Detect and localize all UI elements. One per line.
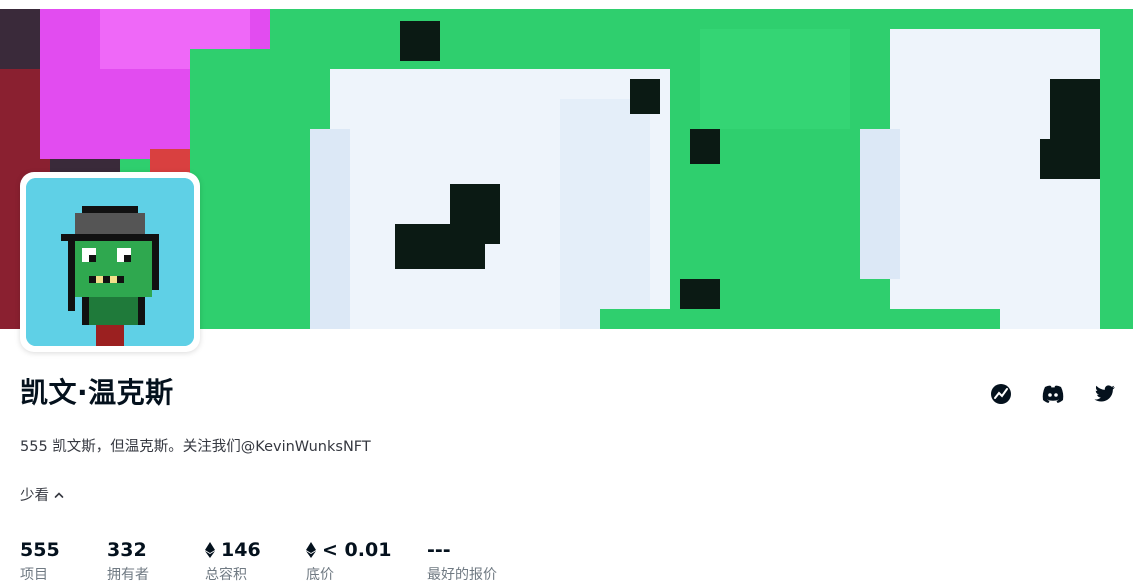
- stat-value: 146: [221, 539, 261, 561]
- stat-total-volume[interactable]: 146 总容积: [205, 538, 306, 584]
- collection-description: 555 凯文斯，但温克斯。关注我们@KevinWunksNFT: [20, 439, 371, 455]
- collection-title: 凯文·温克斯: [20, 376, 174, 409]
- stat-floor-price[interactable]: < 0.01 底价: [306, 538, 427, 584]
- stat-value: 555: [20, 539, 60, 561]
- toggle-label: 少看: [20, 488, 49, 504]
- collection-stats: 555 项目 332 拥有者 146 总容积 < 0.01 底价 --- 最好的…: [20, 538, 527, 584]
- see-less-toggle[interactable]: 少看: [20, 484, 65, 505]
- ethereum-icon: [306, 542, 316, 558]
- ethereum-icon: [205, 542, 215, 558]
- chart-icon: [991, 384, 1011, 404]
- stat-label: 总容积: [205, 567, 247, 583]
- kevin-avatar-icon: [26, 178, 194, 346]
- stat-label: 底价: [306, 567, 334, 583]
- twitter-icon: [1094, 385, 1116, 402]
- stat-label: 拥有者: [107, 567, 149, 583]
- chevron-up-icon: [54, 491, 64, 498]
- discord-link[interactable]: [1039, 380, 1067, 408]
- stat-value: ---: [427, 539, 451, 561]
- stat-items[interactable]: 555 项目: [20, 538, 107, 584]
- stat-owners[interactable]: 332 拥有者: [107, 538, 205, 584]
- twitter-link[interactable]: [1091, 380, 1119, 408]
- stat-best-offer[interactable]: --- 最好的报价: [427, 538, 527, 584]
- stat-value: 332: [107, 539, 147, 561]
- stat-label: 项目: [20, 567, 48, 583]
- stat-label: 最好的报价: [427, 567, 497, 583]
- collection-avatar: [20, 172, 200, 352]
- stat-value: < 0.01: [322, 539, 392, 561]
- social-links: [987, 380, 1119, 408]
- discord-icon: [1042, 385, 1064, 403]
- activity-link[interactable]: [987, 380, 1015, 408]
